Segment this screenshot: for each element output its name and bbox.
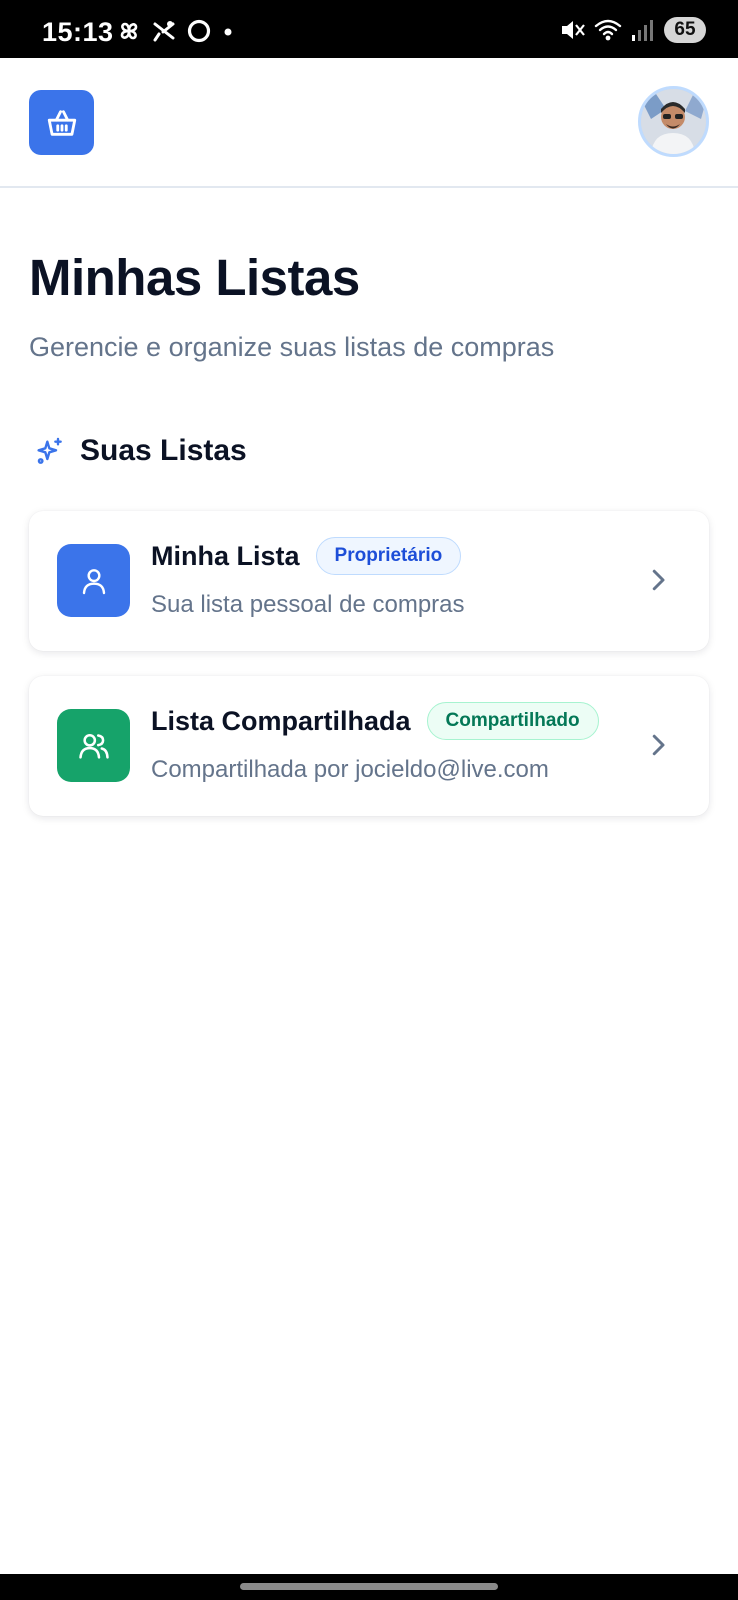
circle-icon [187,19,211,43]
pinwheel-icon [120,22,138,40]
app-logo[interactable] [29,90,94,155]
user-avatar[interactable] [638,86,709,157]
wifi-icon [594,19,622,41]
section-header: Suas Listas [34,434,247,468]
owner-badge: Proprietário [315,537,462,575]
scissors-icon [153,21,175,42]
status-notification-icons [116,18,235,44]
mute-icon [562,21,585,39]
list-card-lista-compartilhada[interactable]: Lista Compartilhada Compartilhado Compar… [29,676,709,816]
list-title-row: Lista Compartilhada Compartilhado [151,702,599,740]
status-system-icons: 65 [559,17,706,43]
section-title: Suas Listas [80,434,247,467]
list-title: Lista Compartilhada [151,705,411,736]
page-subtitle: Gerencie e organize suas listas de compr… [29,332,555,362]
list-icon-container [57,544,130,617]
list-title-row: Minha Lista Proprietário [151,537,462,575]
chevron-right-icon [652,734,665,756]
basket-icon [47,109,76,136]
battery-indicator: 65 [664,17,706,43]
shared-badge: Compartilhado [426,702,599,740]
list-description: Sua lista pessoal de compras [151,591,465,618]
list-description: Compartilhada por jocieldo@live.com [151,756,549,783]
list-card-minha-lista[interactable]: Minha Lista Proprietário Sua lista pesso… [29,511,709,651]
list-icon-container [57,709,130,782]
home-gesture-handle[interactable] [240,1583,498,1590]
page-title: Minhas Listas [29,249,360,306]
signal-icon [632,20,653,41]
user-icon [82,568,105,594]
users-icon [78,733,109,759]
app-header [0,58,738,188]
status-bar: 15:13 65 [0,0,738,58]
system-nav-bar [0,1574,738,1600]
avatar-image [641,89,706,154]
list-title: Minha Lista [151,540,300,571]
dot-icon [224,28,232,36]
status-time: 15:13 [42,17,114,47]
chevron-right-icon [652,569,665,591]
sparkles-icon [37,437,62,464]
